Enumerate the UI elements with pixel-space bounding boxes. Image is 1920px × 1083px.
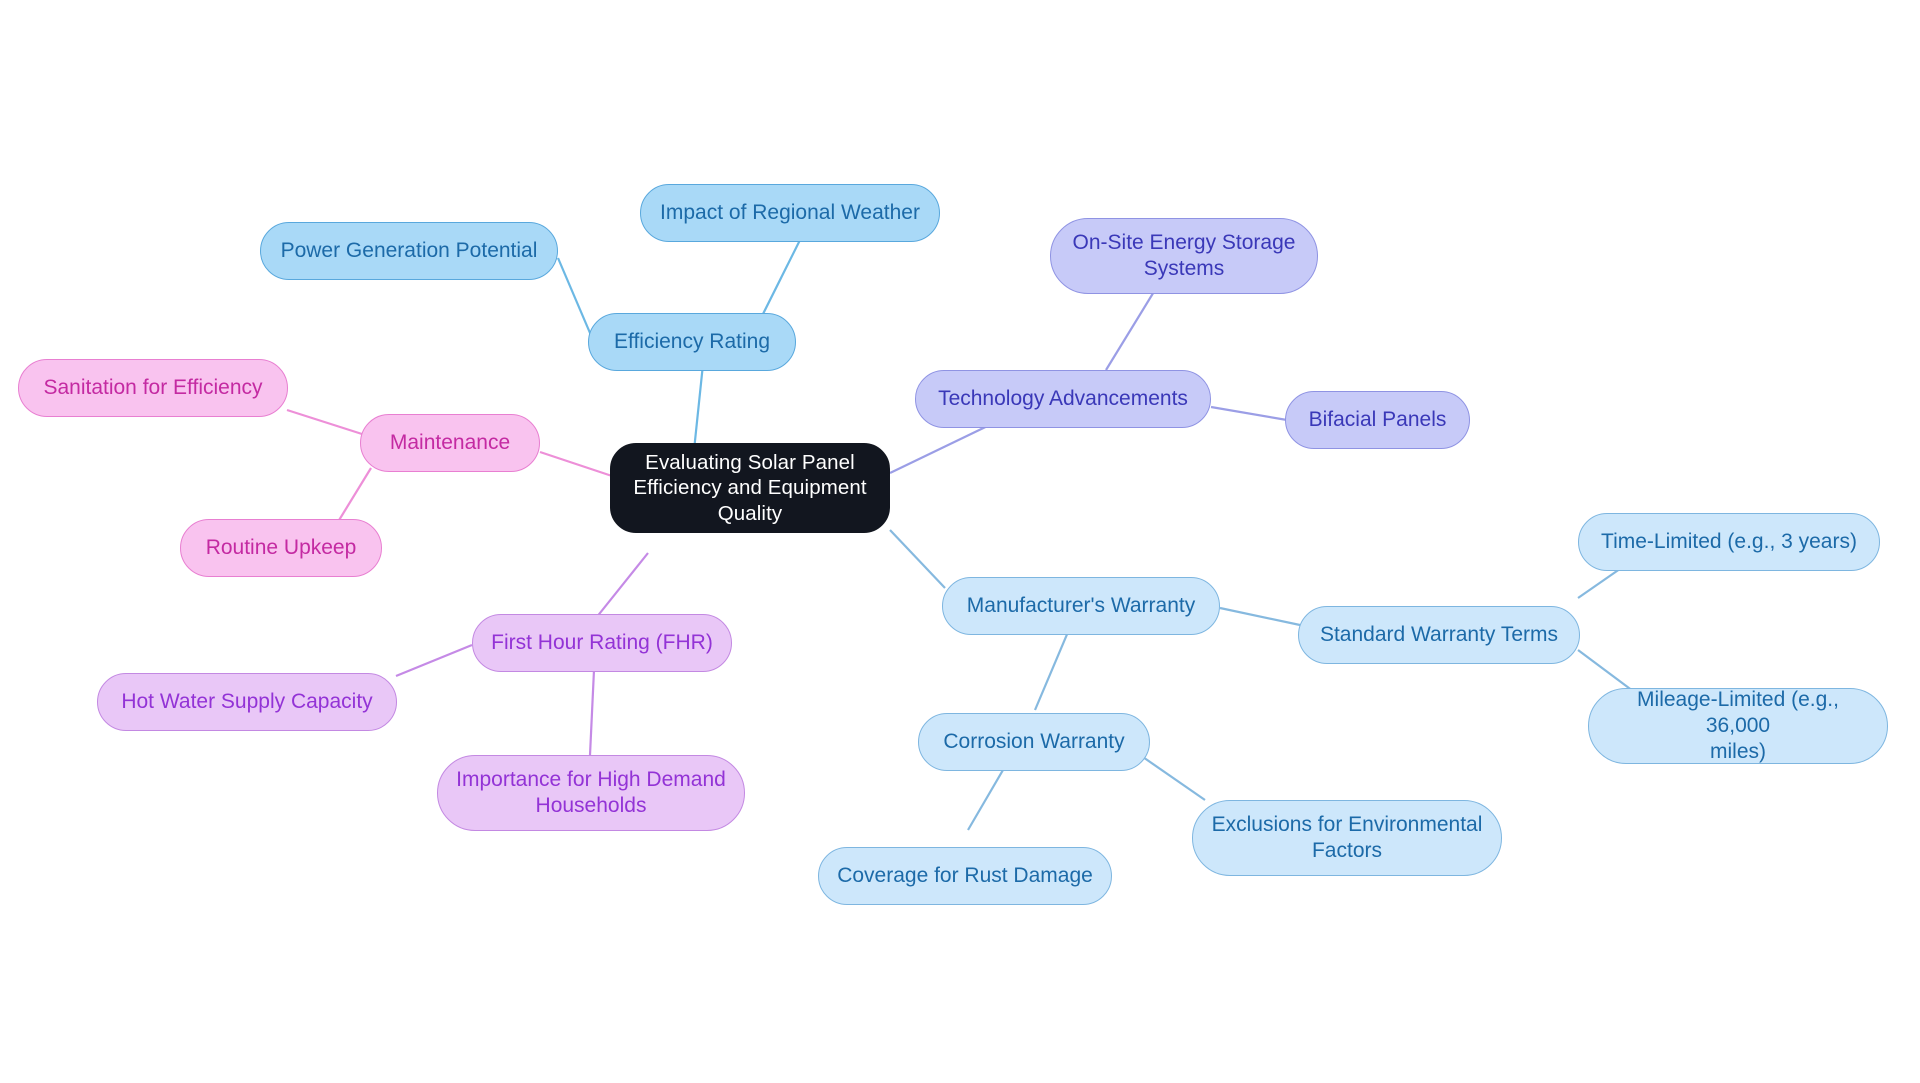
node-impact-of-regional-weather[interactable]: Impact of Regional Weather (640, 184, 940, 242)
edge-tech-bifacial-panels (1210, 405, 1288, 422)
node-corrosion-warranty[interactable]: Corrosion Warranty (918, 713, 1150, 771)
node-hot-water-supply-capacity[interactable]: Hot Water Supply Capacity (97, 673, 397, 731)
mindmap-canvas: Evaluating Solar Panel Efficiency and Eq… (0, 0, 1920, 1083)
node-coverage-for-rust-damage[interactable]: Coverage for Rust Damage (818, 847, 1112, 905)
node-power-generation-potential[interactable]: Power Generation Potential (260, 222, 558, 280)
edge-efficiency-rating-impact-weather (759, 239, 801, 321)
node-exclusions-for-environmental-factors[interactable]: Exclusions for Environmental Factors (1192, 800, 1502, 876)
node-importance-for-high-demand-households[interactable]: Importance for High Demand Households (437, 755, 745, 831)
node-first-hour-rating[interactable]: First Hour Rating (FHR) (472, 614, 732, 672)
edge-maintenance-sanitation (286, 408, 363, 436)
node-routine-upkeep[interactable]: Routine Upkeep (180, 519, 382, 577)
edge-warranty-corrosion-warranty (1033, 631, 1070, 711)
node-mileage-limited[interactable]: Mileage-Limited (e.g., 36,000 miles) (1588, 688, 1888, 764)
node-time-limited[interactable]: Time-Limited (e.g., 3 years) (1578, 513, 1880, 571)
node-on-site-energy-storage-systems[interactable]: On-Site Energy Storage Systems (1050, 218, 1318, 294)
node-efficiency-rating[interactable]: Efficiency Rating (588, 313, 796, 371)
edge-fhr-hot-water-supply (395, 643, 473, 678)
node-root[interactable]: Evaluating Solar Panel Efficiency and Eq… (610, 443, 890, 533)
edge-corrosion-exclusions-environmental (1139, 754, 1206, 801)
edge-warranty-standard-terms (1219, 606, 1301, 627)
edge-root-maintenance (539, 450, 613, 478)
edge-root-manufacturers-warranty (889, 529, 946, 589)
edge-fhr-importance-high-demand (588, 669, 596, 756)
edge-tech-on-site-storage (1105, 289, 1156, 371)
edge-efficiency-rating-power-generation (556, 257, 595, 341)
node-sanitation-for-efficiency[interactable]: Sanitation for Efficiency (18, 359, 288, 417)
node-standard-warranty-terms[interactable]: Standard Warranty Terms (1298, 606, 1580, 664)
node-maintenance[interactable]: Maintenance (360, 414, 540, 472)
node-bifacial-panels[interactable]: Bifacial Panels (1285, 391, 1470, 449)
node-technology-advancements[interactable]: Technology Advancements (915, 370, 1211, 428)
edge-root-first-hour-rating (595, 552, 649, 619)
node-manufacturers-warranty[interactable]: Manufacturer's Warranty (942, 577, 1220, 635)
